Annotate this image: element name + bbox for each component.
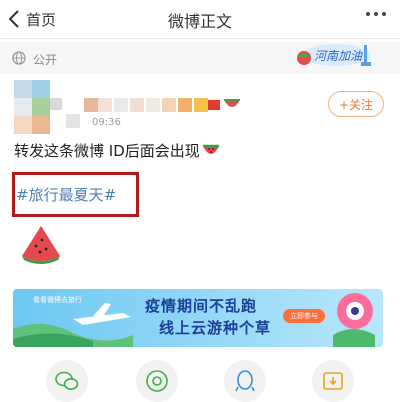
post-text-content: 转发这条微博 ID后面会出现 xyxy=(14,142,200,160)
share-wechat-button[interactable] xyxy=(46,360,88,402)
henan-support-badge: 河南加油 xyxy=(297,44,371,66)
blur-pixel xyxy=(66,114,80,128)
moments-icon xyxy=(146,370,168,392)
badge-text: 河南加油 xyxy=(314,49,363,63)
wechat-icon xyxy=(55,371,79,390)
watermelon-emoji-icon xyxy=(202,144,219,154)
promo-banner[interactable]: 看看微博去旅行 疫情期间不乱跑 线上云游种个草 立即参与 xyxy=(13,289,383,347)
post-text: 转发这条微博 ID后面会出现 xyxy=(14,140,220,161)
username-blurred[interactable] xyxy=(84,96,244,114)
watermelon-emoji-large-icon xyxy=(22,226,60,264)
nav-divider xyxy=(0,38,400,39)
nav-bar: 首页 微博正文 xyxy=(0,0,400,38)
banner-join-button[interactable]: 立即参与 xyxy=(283,309,325,323)
save-image-button[interactable] xyxy=(312,360,354,402)
post-time: 09:36 xyxy=(92,117,121,128)
banner-tag: 看看微博去旅行 xyxy=(33,296,82,304)
globe-icon xyxy=(12,51,26,65)
follow-button[interactable]: +关注 xyxy=(328,91,384,117)
save-image-icon xyxy=(323,372,343,390)
banner-headline-2: 线上云游种个草 xyxy=(159,319,272,337)
topic-hashtag-link[interactable]: #旅行最夏天# xyxy=(16,184,116,205)
more-options-icon[interactable] xyxy=(366,12,386,16)
avatar[interactable] xyxy=(14,80,70,136)
visibility-label: 公开 xyxy=(33,53,58,67)
banner-headline-1: 疫情期间不乱跑 xyxy=(145,297,258,315)
page-title: 微博正文 xyxy=(167,12,232,31)
share-moments-button[interactable] xyxy=(136,360,178,402)
share-qq-button[interactable] xyxy=(224,360,266,402)
qq-icon xyxy=(235,370,255,392)
